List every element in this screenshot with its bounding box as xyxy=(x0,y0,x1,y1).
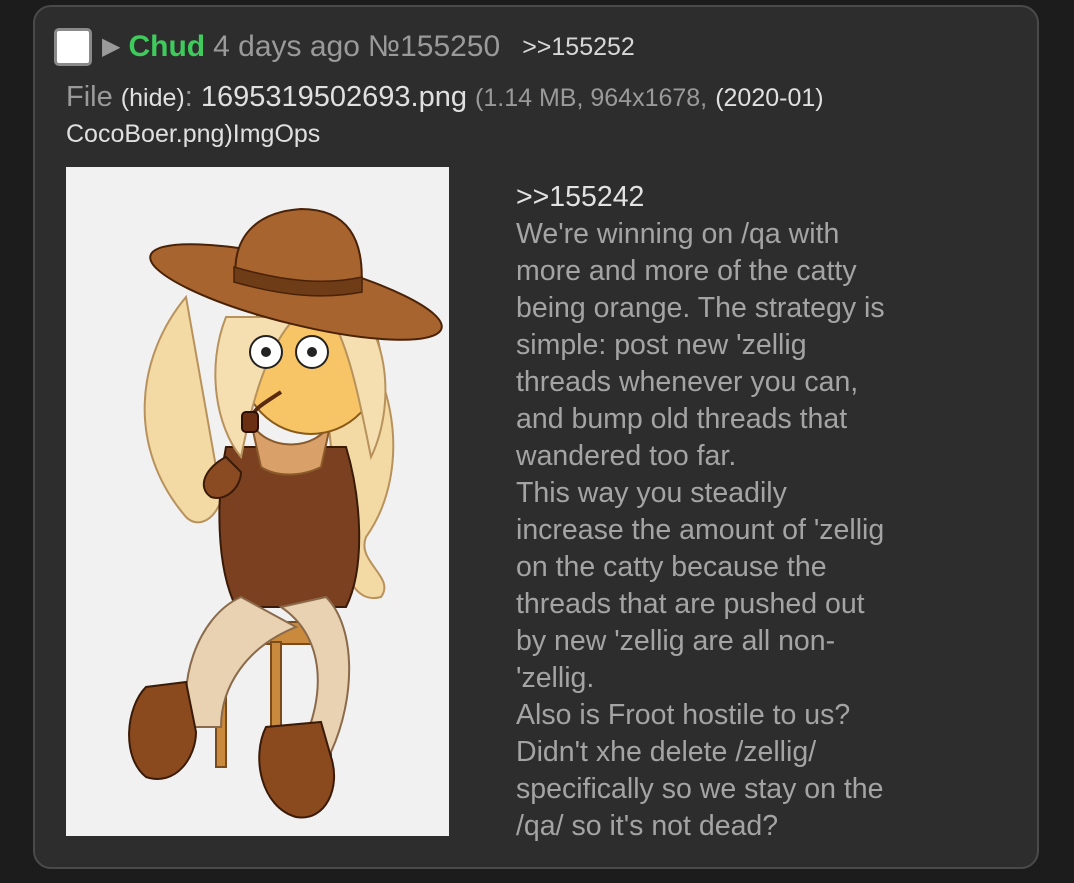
post-number[interactable]: №155250 xyxy=(368,30,500,64)
comment-line: /qa/ so it's not dead? xyxy=(516,810,779,842)
comment-line: increase the amount of 'zellig xyxy=(516,514,885,546)
hide-file-link[interactable]: (hide) xyxy=(121,84,185,112)
comment-line: Also is Froot hostile to us? xyxy=(516,699,851,731)
comment-line: threads whenever you can, xyxy=(516,366,859,398)
comment-line: wandered too far. xyxy=(516,440,737,472)
file-label: File xyxy=(66,81,113,113)
comment-line: on the catty because the xyxy=(516,551,827,583)
comment-line: more and more of the catty xyxy=(516,255,857,287)
original-filename-part1: (2020-01) xyxy=(715,84,824,112)
imgops-link[interactable]: ImgOps xyxy=(233,120,321,148)
comment-line: simple: post new 'zellig xyxy=(516,329,807,361)
comment-line: being orange. The strategy is xyxy=(516,292,885,324)
backlink[interactable]: >>155252 xyxy=(522,33,635,62)
post-header: ▶ Chud 4 days ago №155250 >>155252 xyxy=(54,25,635,69)
file-colon: : xyxy=(184,81,193,113)
comment-line: We're winning on /qa with xyxy=(516,218,840,250)
post-image[interactable] xyxy=(66,167,449,836)
file-info: File (hide): 1695319502693.png (1.14 MB,… xyxy=(66,79,886,116)
comment-line: specifically so we stay on the xyxy=(516,773,884,805)
comment-line: by new 'zellig are all non- xyxy=(516,625,836,657)
quote-link[interactable]: >>155242 xyxy=(516,179,976,216)
comment-line: 'zellig. xyxy=(516,662,595,694)
file-name-link[interactable]: 1695319502693.png xyxy=(201,81,467,113)
file-meta: (1.14 MB, 964x1678, xyxy=(475,84,708,112)
comment-line: and bump old threads that xyxy=(516,403,848,435)
comment-line: This way you steadily xyxy=(516,477,787,509)
comment-line: Didn't xhe delete /zellig/ xyxy=(516,736,817,768)
expand-triangle-icon[interactable]: ▶ xyxy=(102,35,120,59)
comment-line: threads that are pushed out xyxy=(516,588,865,620)
original-filename-part2: CocoBoer.png) xyxy=(66,120,233,148)
select-checkbox[interactable] xyxy=(54,28,92,66)
poster-name: Chud xyxy=(128,30,206,63)
post-date: 4 days ago xyxy=(213,30,360,63)
post-comment: >>155242 We're winning on /qa with more an… xyxy=(516,179,976,845)
file-info-line2: CocoBoer.png)ImgOps xyxy=(66,120,320,149)
post-container: ▶ Chud 4 days ago №155250 >>155252 File … xyxy=(33,5,1039,869)
character-illustration xyxy=(66,167,449,836)
